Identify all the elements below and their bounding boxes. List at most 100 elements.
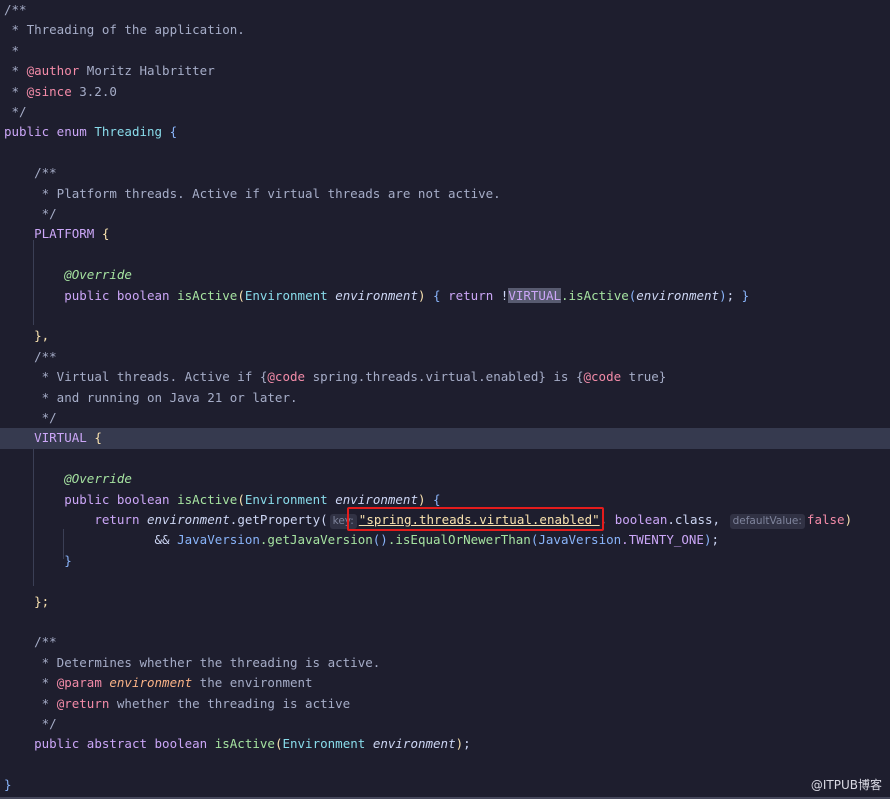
code-line[interactable]: public boolean isActive(Environment envi… <box>0 286 890 306</box>
code-line[interactable]: }, <box>0 326 890 346</box>
code-line[interactable]: /** <box>0 163 890 183</box>
code-line[interactable]: * Threading of the application. <box>0 20 890 40</box>
code-line-current[interactable]: VIRTUAL { <box>0 428 890 449</box>
code-line[interactable]: * @return whether the threading is activ… <box>0 694 890 714</box>
semicolon: ; <box>726 287 735 303</box>
doc-comment: */ <box>4 104 27 119</box>
doc-comment: 3.2.0 <box>71 83 117 99</box>
method-name: isActive <box>177 287 238 303</box>
paren: ) <box>417 491 426 507</box>
parameter: environment <box>335 491 418 507</box>
code-line[interactable]: /** <box>0 0 890 20</box>
doc-comment: /** <box>4 2 27 17</box>
doc-comment: */ <box>34 410 57 425</box>
javadoc-tag: @code <box>267 369 306 385</box>
brace: { <box>433 287 441 303</box>
paren: ) <box>455 736 464 752</box>
type-name: JavaVersion <box>538 532 622 548</box>
doc-comment: * <box>34 695 57 711</box>
code-line[interactable]: */ <box>0 204 890 224</box>
operator: && <box>154 532 178 548</box>
paren: ( <box>237 491 245 507</box>
semicolon: ; <box>711 532 720 548</box>
type-name: JavaVersion <box>177 532 260 548</box>
brace: { <box>94 226 110 242</box>
keyword: public abstract boolean <box>34 736 215 752</box>
doc-comment: * <box>4 63 27 79</box>
doc-comment: * <box>34 675 57 691</box>
code-line[interactable]: * Determines whether the threading is ac… <box>0 653 890 673</box>
paren: ) <box>719 287 727 303</box>
code-line[interactable]: public abstract boolean isActive(Environ… <box>0 734 890 754</box>
annotation: @Override <box>64 267 132 283</box>
javadoc-tag: @param <box>56 675 102 691</box>
javadoc-tag: @since <box>26 83 72 99</box>
annotation: @Override <box>64 471 132 487</box>
paren: ) <box>844 512 853 527</box>
doc-comment: * Determines whether the threading is ac… <box>34 654 381 670</box>
code-line[interactable]: * Virtual threads. Active if {@code spri… <box>0 367 890 387</box>
type-name: Environment <box>244 491 328 507</box>
doc-comment: * <box>4 83 27 99</box>
code-line[interactable]: } <box>0 551 890 571</box>
brace: { <box>86 430 102 446</box>
doc-comment: /** <box>34 634 57 650</box>
variable: environment <box>147 512 230 527</box>
method-call: .getProperty( <box>229 512 328 527</box>
operator: ! <box>493 287 509 303</box>
code-line[interactable]: PLATFORM { <box>0 224 890 244</box>
enum-name: Threading <box>94 124 163 140</box>
code-line[interactable]: && JavaVersion.getJavaVersion().isEqualO… <box>0 530 890 550</box>
code-line[interactable]: */ <box>0 102 890 122</box>
doc-comment: */ <box>34 716 57 731</box>
javadoc-tag: @code <box>583 369 622 385</box>
doc-comment: * and running on Java 21 or later. <box>34 389 298 405</box>
brace: }; <box>34 593 50 609</box>
code-line[interactable]: * @since 3.2.0 <box>0 82 890 102</box>
keyword: public enum <box>4 124 95 140</box>
enum-constant: VIRTUAL <box>34 430 87 446</box>
highlighted-identifier[interactable]: VIRTUAL <box>508 287 562 303</box>
code-line[interactable]: } <box>0 775 890 795</box>
doc-comment: * <box>4 42 20 58</box>
doc-comment: */ <box>34 206 57 221</box>
doc-comment: true} <box>621 369 667 385</box>
paren: ) <box>703 532 712 548</box>
type-name: Environment <box>282 736 366 752</box>
doc-comment: /** <box>34 165 57 181</box>
keyword: boolean <box>614 512 668 527</box>
literal-false: false <box>806 512 845 527</box>
method-call: .getJavaVersion <box>259 532 373 548</box>
javadoc-tag: @return <box>56 695 110 711</box>
watermark-text: @ITPUB博客 <box>810 778 882 792</box>
code-line[interactable]: }; <box>0 592 890 612</box>
code-line[interactable]: @Override <box>0 265 890 285</box>
code-line[interactable]: public enum Threading { <box>0 122 890 142</box>
method-name: isActive <box>214 736 275 752</box>
doc-comment: whether the threading is active <box>109 695 351 711</box>
doc-comment: * Platform threads. Active if virtual th… <box>34 185 501 201</box>
brace: } <box>4 777 12 793</box>
code-editor[interactable]: /** * Threading of the application. * * … <box>0 0 890 799</box>
keyword: public boolean <box>64 491 178 507</box>
code-line[interactable]: * <box>0 41 890 61</box>
doc-comment: * Virtual threads. Active if { <box>34 369 268 385</box>
javadoc-param-name: environment <box>101 675 193 691</box>
code-line[interactable]: /** <box>0 347 890 367</box>
parameter-hint-default: defaultValue: <box>729 514 805 529</box>
code-line[interactable]: * and running on Java 21 or later. <box>0 388 890 408</box>
code-line[interactable]: */ <box>0 408 890 428</box>
parameter: environment <box>335 287 418 303</box>
keyword: return <box>448 287 494 303</box>
code-line[interactable]: */ <box>0 714 890 734</box>
brace: { <box>433 491 441 507</box>
code-line[interactable]: * @author Moritz Halbritter <box>0 61 890 81</box>
code-line[interactable]: * Platform threads. Active if virtual th… <box>0 184 890 204</box>
brace: } <box>741 287 750 303</box>
doc-comment: spring.threads.virtual.enabled} is { <box>305 369 584 385</box>
code-line[interactable]: /** <box>0 632 890 652</box>
semicolon: ; <box>463 736 471 752</box>
code-line[interactable]: * @param environment the environment <box>0 673 890 693</box>
paren: ) <box>417 287 426 303</box>
code-line[interactable]: @Override <box>0 469 890 489</box>
